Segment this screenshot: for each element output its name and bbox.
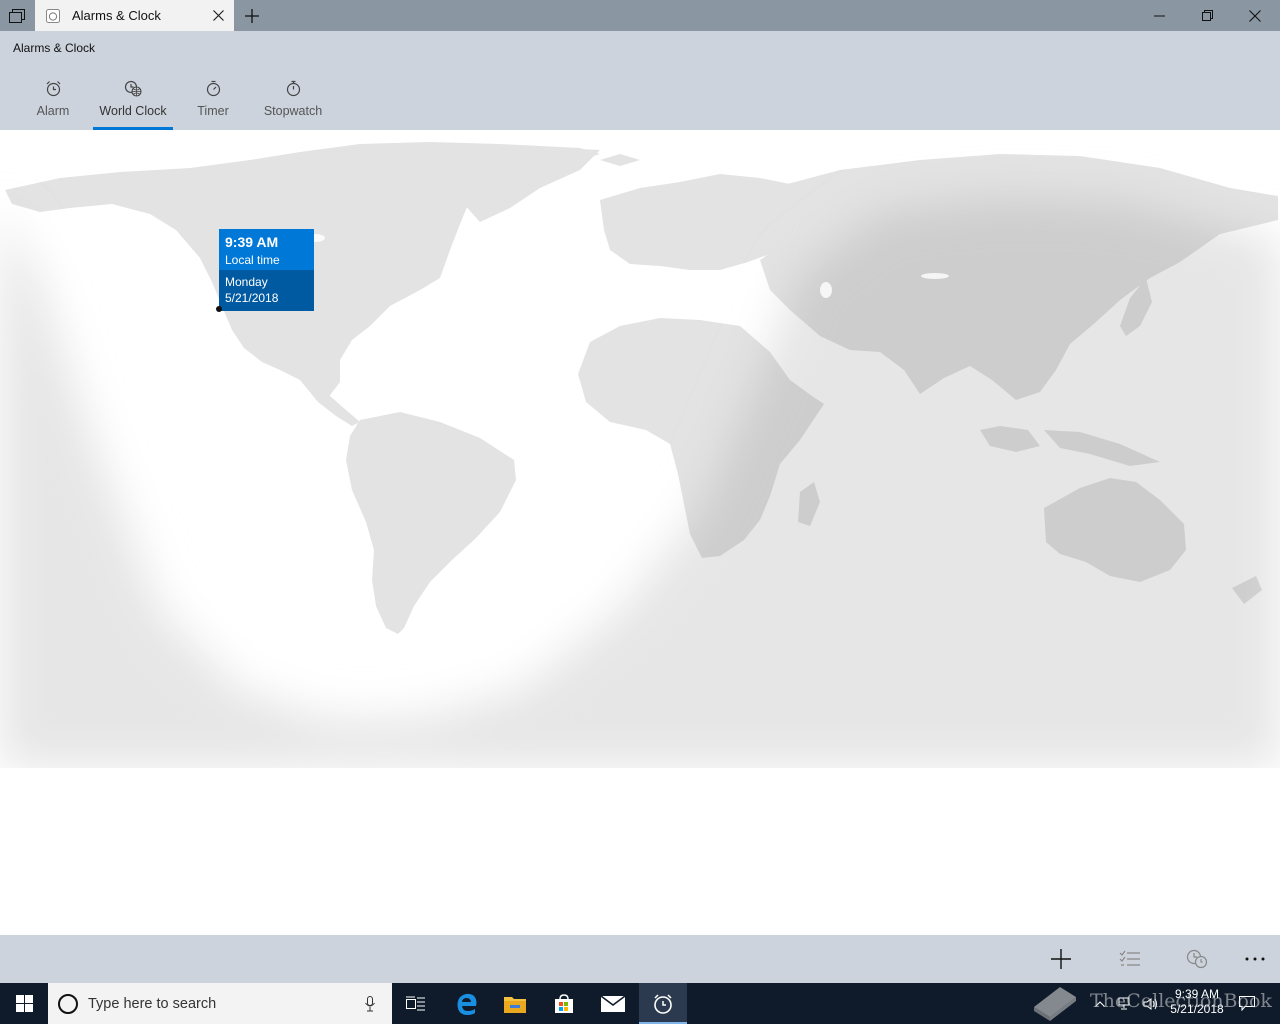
tab-alarm-label: Alarm	[36, 104, 70, 118]
tab-alarm[interactable]: Alarm	[30, 75, 76, 130]
edge-icon[interactable]	[443, 983, 491, 1024]
close-icon	[1249, 9, 1261, 22]
restore-button[interactable]	[1183, 0, 1231, 31]
local-time-label: Local time	[225, 253, 280, 267]
world-map-graphic	[0, 142, 1280, 768]
watermark-text: TheCollectionBook	[1090, 990, 1272, 1012]
local-day: Monday	[225, 275, 268, 289]
task-view-icon[interactable]	[392, 983, 440, 1024]
local-date: 5/21/2018	[225, 291, 279, 305]
tab-world-clock-label: World Clock	[99, 104, 167, 118]
watermark: TheCollectionBook	[1030, 978, 1280, 1024]
new-tab-button[interactable]	[240, 4, 264, 28]
more-icon	[1245, 957, 1265, 961]
compare-clock-icon	[1186, 949, 1208, 969]
plus-icon	[1051, 949, 1071, 969]
minimize-icon	[1153, 15, 1165, 16]
tab-timer-label: Timer	[197, 104, 229, 118]
tab-world-clock[interactable]: World Clock	[93, 75, 173, 130]
stopwatch-icon	[283, 78, 303, 98]
world-map[interactable]	[0, 130, 1280, 768]
microphone-icon[interactable]	[360, 994, 380, 1014]
minimize-button[interactable]	[1135, 0, 1183, 31]
mail-icon[interactable]	[589, 983, 637, 1024]
restore-icon	[1201, 10, 1213, 21]
more-button[interactable]	[1237, 943, 1273, 975]
app-title: Alarms & Clock	[13, 41, 96, 55]
tab-timer[interactable]: Timer	[193, 75, 233, 130]
tabs-icon[interactable]	[0, 0, 34, 31]
tab-title: Alarms & Clock	[72, 8, 161, 23]
close-icon[interactable]	[208, 6, 228, 26]
windows-icon	[15, 995, 33, 1012]
tab-stopwatch[interactable]: Stopwatch	[262, 75, 324, 130]
plus-icon	[245, 9, 259, 23]
local-time-callout[interactable]: 9:39 AM Local time Monday 5/21/2018	[219, 229, 314, 311]
alarm-icon	[43, 78, 63, 98]
compare-button[interactable]	[1179, 943, 1215, 975]
window-tab[interactable]: Alarms & Clock	[35, 0, 234, 31]
command-bar	[0, 935, 1280, 983]
search-placeholder: Type here to search	[88, 995, 217, 1012]
title-bar: Alarms & Clock	[0, 0, 1280, 31]
cortana-icon	[58, 993, 78, 1014]
timer-icon	[203, 78, 223, 98]
search-input[interactable]: Type here to search	[48, 983, 392, 1024]
alarms-clock-icon[interactable]	[639, 983, 687, 1024]
location-pin[interactable]	[216, 306, 222, 312]
alarm-clock-icon	[45, 8, 61, 24]
book-icon	[1034, 987, 1076, 1021]
start-button[interactable]	[0, 983, 48, 1024]
file-explorer-icon[interactable]	[491, 983, 539, 1024]
close-button[interactable]	[1231, 0, 1279, 31]
app-header: Alarms & Clock Alarm World Clock Timer S…	[0, 31, 1280, 130]
checklist-icon	[1119, 950, 1140, 966]
select-button[interactable]	[1112, 943, 1148, 975]
tab-stopwatch-label: Stopwatch	[263, 104, 323, 118]
local-time: 9:39 AM	[225, 234, 279, 250]
world-clock-icon	[123, 78, 143, 98]
add-button[interactable]	[1043, 943, 1079, 975]
store-icon[interactable]	[540, 983, 588, 1024]
